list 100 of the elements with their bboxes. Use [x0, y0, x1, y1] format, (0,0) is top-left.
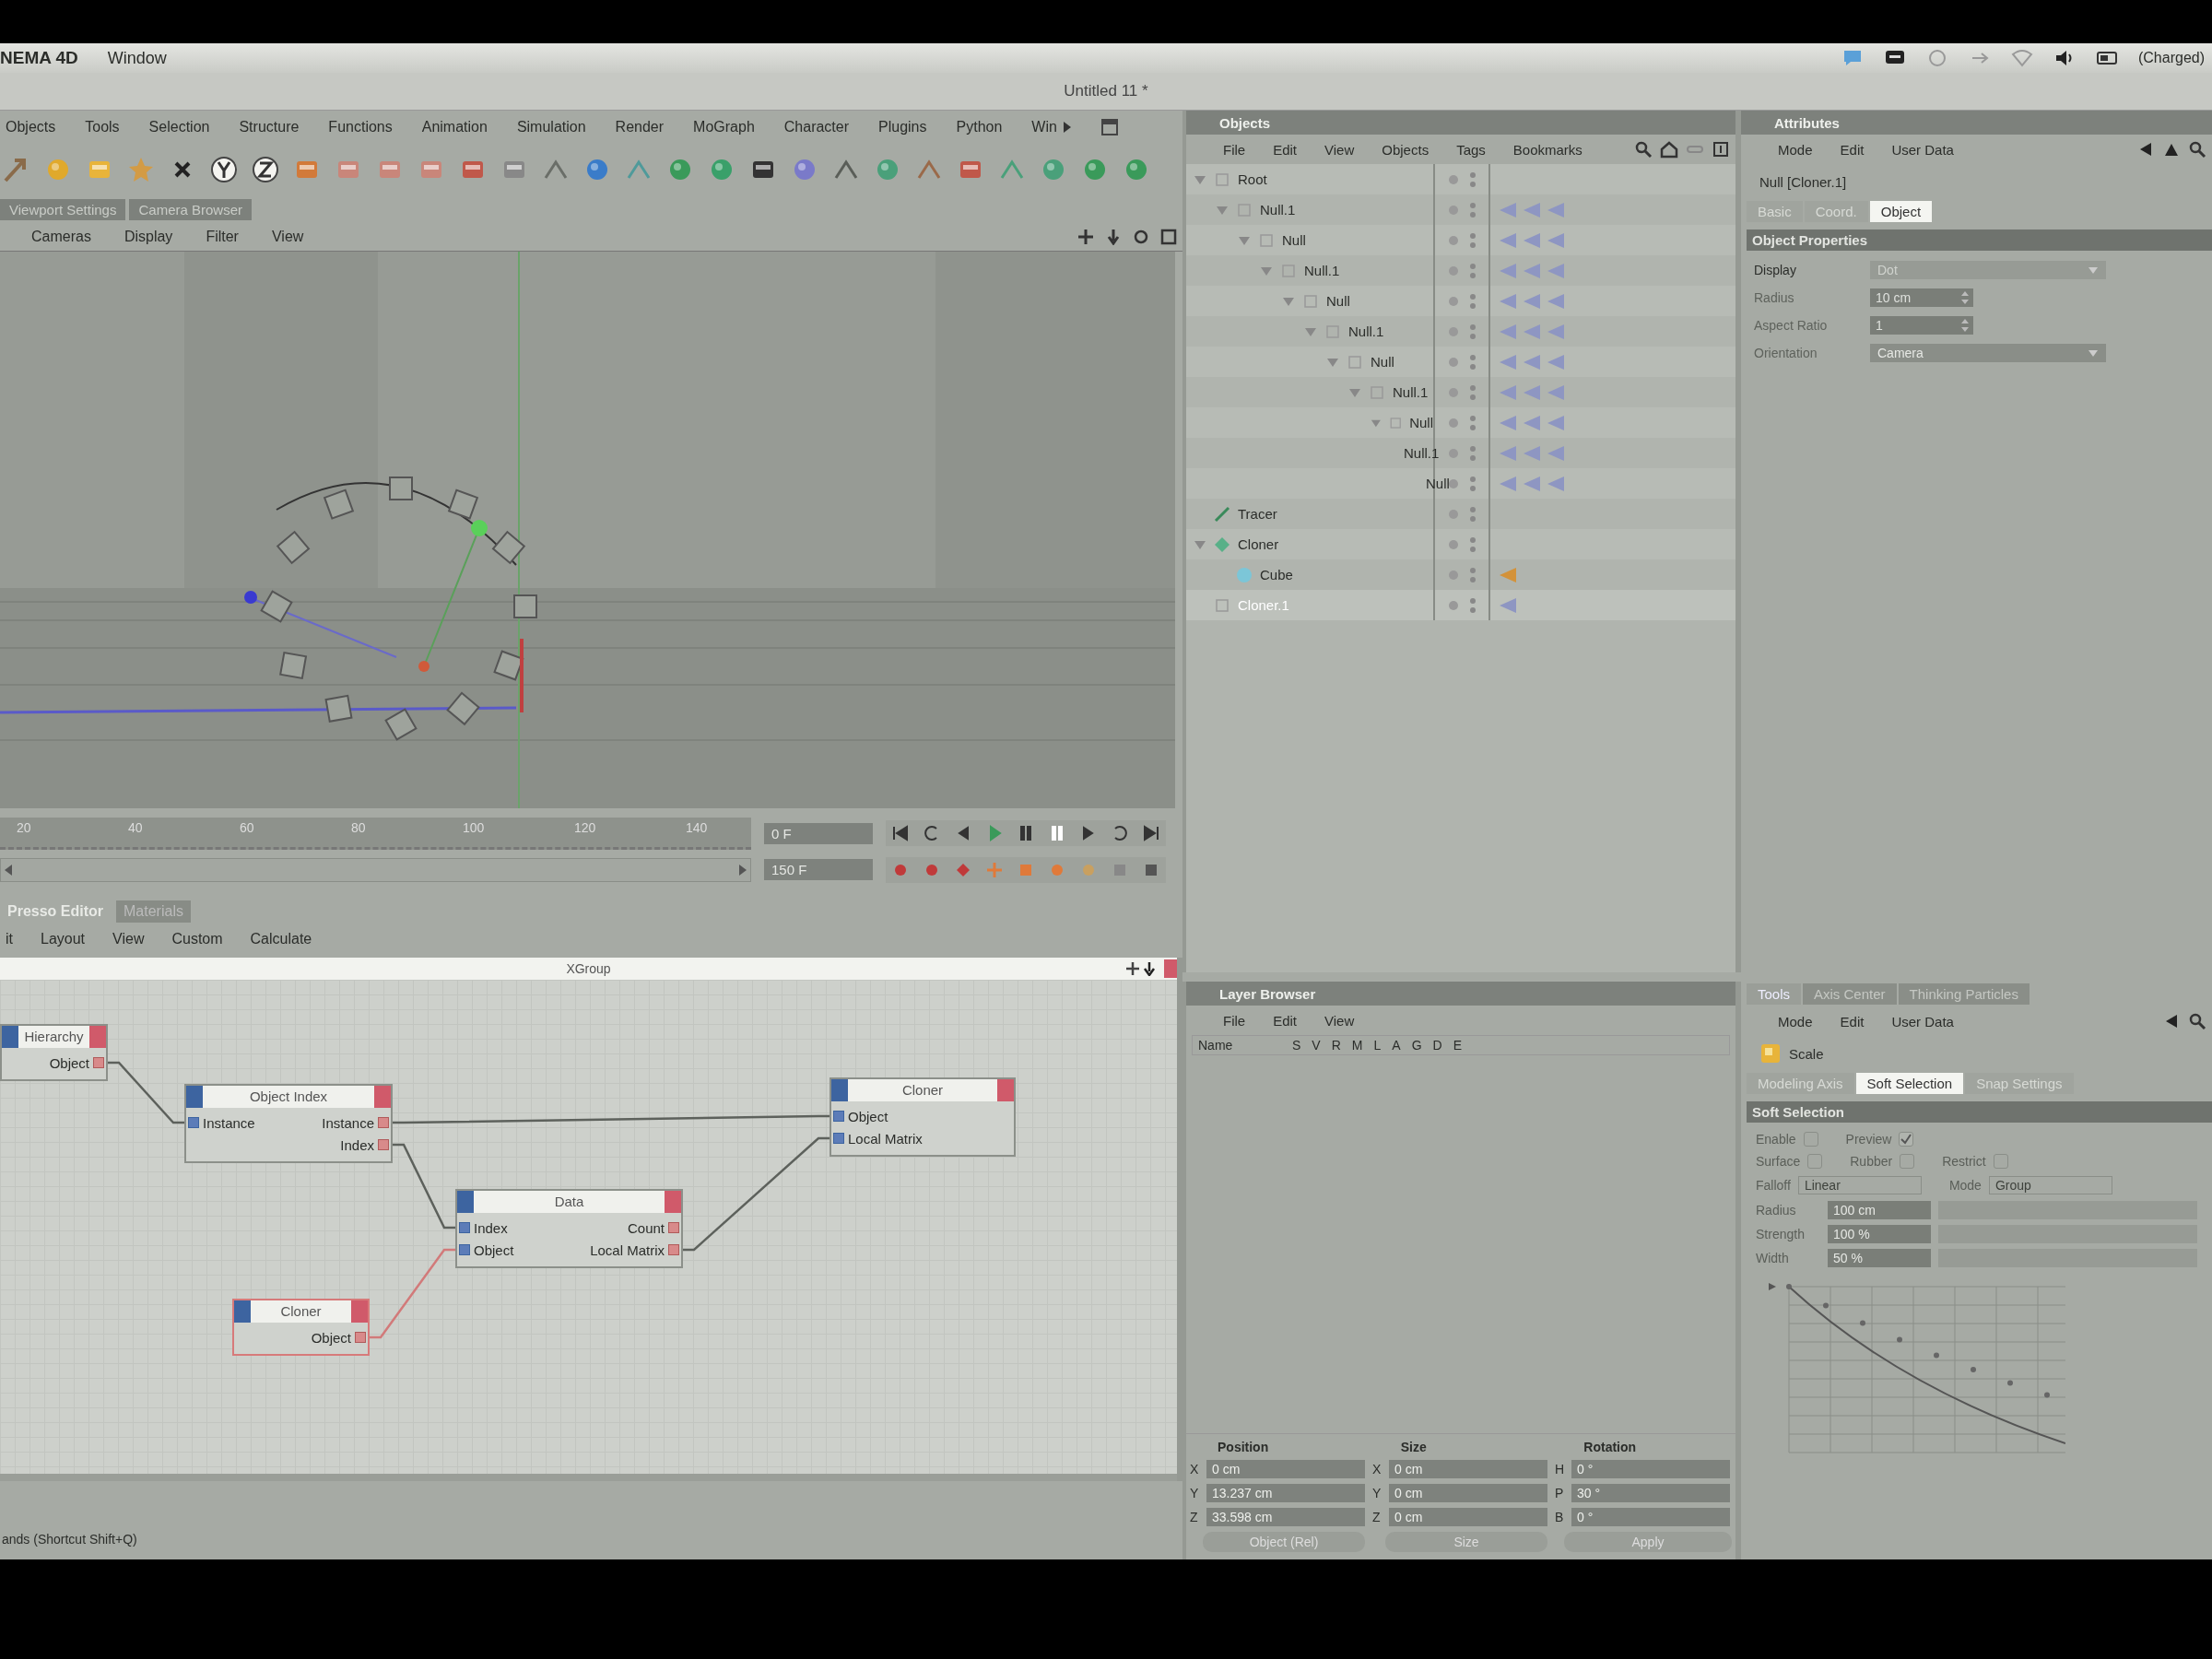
search-icon[interactable]	[1634, 140, 1653, 159]
menu-item[interactable]: Edit	[1840, 141, 1865, 158]
output-port-icon[interactable]	[93, 1057, 104, 1068]
home-icon[interactable]	[1660, 140, 1678, 159]
object-row[interactable]: Root	[1186, 164, 1735, 194]
menu-item[interactable]: File	[1223, 1012, 1246, 1029]
menu-item[interactable]: Render	[615, 119, 665, 135]
menu-item[interactable]: Bookmarks	[1512, 141, 1583, 158]
close-icon[interactable]	[1164, 959, 1177, 978]
column-header[interactable]: M	[1351, 1038, 1363, 1053]
layer-dot-icon[interactable]	[1447, 203, 1460, 217]
column-header[interactable]: E	[1453, 1038, 1462, 1053]
curve-point[interactable]	[2044, 1392, 2050, 1398]
output-port-icon[interactable]	[355, 1332, 366, 1343]
input-port-icon[interactable]	[833, 1133, 844, 1144]
column-header[interactable]: R	[1331, 1038, 1341, 1053]
number-field[interactable]: 0 cm	[1389, 1460, 1547, 1478]
output-menu-button[interactable]	[665, 1191, 681, 1213]
visibility-dots-icon[interactable]	[1469, 413, 1477, 432]
falloff-curve[interactable]	[1788, 1286, 2065, 1444]
object-name[interactable]: Null	[1326, 293, 1350, 309]
object-row[interactable]: Cloner	[1186, 529, 1735, 559]
layer-dot-icon[interactable]	[1447, 324, 1460, 338]
new-window-icon[interactable]	[1712, 140, 1730, 159]
rotate-view-icon[interactable]	[1133, 229, 1149, 245]
menu-item[interactable]: Simulation	[516, 119, 586, 135]
menu-item[interactable]: Edit	[1273, 141, 1298, 158]
first-frame-icon[interactable]	[891, 824, 910, 842]
move-view-icon[interactable]	[1125, 961, 1140, 976]
menu-item[interactable]: View	[1324, 1012, 1355, 1029]
visibility-dots-icon[interactable]	[1469, 535, 1477, 554]
curve-point[interactable]	[1934, 1352, 1939, 1359]
layer-dot-icon[interactable]	[1447, 385, 1460, 399]
y-axis-icon[interactable]	[209, 155, 239, 184]
object-row[interactable]: Null	[1186, 347, 1735, 377]
input-port-icon[interactable]	[188, 1117, 199, 1128]
layer-dot-icon[interactable]	[1447, 355, 1460, 369]
visibility-dots-icon[interactable]	[1469, 443, 1477, 463]
curve-point[interactable]	[1897, 1336, 1902, 1343]
input-menu-button[interactable]	[186, 1086, 203, 1108]
submenu-arrow-icon[interactable]	[1062, 121, 1072, 134]
visibility-dots-icon[interactable]	[1469, 170, 1477, 189]
input-port-icon[interactable]	[459, 1222, 470, 1233]
input-menu-button[interactable]	[831, 1079, 848, 1101]
output-port-icon[interactable]	[378, 1117, 389, 1128]
menu-item[interactable]: Calculate	[250, 931, 312, 947]
object-row[interactable]: Null	[1186, 407, 1735, 438]
number-field[interactable]: 0 °	[1571, 1508, 1730, 1526]
checkbox[interactable]	[1900, 1154, 1915, 1169]
visibility-dots-icon[interactable]	[1469, 200, 1477, 219]
object-name[interactable]: Null	[1426, 476, 1450, 491]
visibility-dots-icon[interactable]	[1469, 504, 1477, 524]
input-menu-button[interactable]	[2, 1026, 18, 1048]
column-header[interactable]: D	[1432, 1038, 1442, 1053]
dropdown[interactable]: Group	[1988, 1176, 2112, 1194]
menu-item[interactable]: Custom	[171, 931, 223, 947]
object-name[interactable]: Null	[1409, 415, 1433, 430]
range-slider[interactable]	[0, 857, 751, 882]
menu-item[interactable]: View	[112, 931, 145, 947]
menu-item[interactable]: Display	[124, 229, 173, 245]
visibility-dots-icon[interactable]	[1469, 382, 1477, 402]
xpresso-node[interactable]: Cloner Object Local Matrix	[830, 1077, 1016, 1157]
checkbox[interactable]	[1899, 1132, 1914, 1147]
search-icon[interactable]	[2188, 1012, 2206, 1030]
layout-icon[interactable]	[1100, 119, 1118, 135]
tab[interactable]: Soft Selection	[1855, 1073, 1964, 1094]
curve-point[interactable]	[1971, 1367, 1976, 1372]
visibility-dots-icon[interactable]	[1469, 474, 1477, 493]
menu-item[interactable]: it	[6, 931, 13, 947]
layer-dot-icon[interactable]	[1447, 568, 1460, 582]
z-axis-icon[interactable]	[251, 155, 280, 184]
column-header[interactable]: Name	[1198, 1038, 1281, 1053]
menu-item[interactable]: Edit	[1273, 1012, 1298, 1029]
move-view-icon[interactable]	[1077, 229, 1094, 245]
menu-item[interactable]: Character	[783, 119, 850, 135]
visibility-dots-icon[interactable]	[1469, 352, 1477, 371]
menu-item[interactable]: Structure	[239, 119, 300, 135]
menu-item[interactable]: Functions	[328, 119, 393, 135]
output-menu-button[interactable]	[351, 1300, 368, 1323]
number-field[interactable]: 13.237 cm	[1206, 1484, 1365, 1502]
layer-dot-icon[interactable]	[1447, 294, 1460, 308]
visibility-dots-icon[interactable]	[1469, 230, 1477, 250]
dropdown[interactable]: Linear	[1797, 1176, 1922, 1194]
layer-dot-icon[interactable]	[1447, 477, 1460, 490]
xpresso-node[interactable]: Data Index Count Object Local Matrix	[455, 1189, 683, 1268]
output-port-icon[interactable]	[378, 1139, 389, 1150]
menu-item[interactable]: Win	[1031, 119, 1057, 135]
layer-dot-icon[interactable]	[1447, 598, 1460, 612]
menu-item[interactable]: View	[1324, 141, 1355, 158]
menu-item[interactable]: Objects	[1382, 141, 1430, 158]
curve-point[interactable]	[1860, 1320, 1865, 1326]
output-port-icon[interactable]	[668, 1244, 679, 1255]
menu-item[interactable]: File	[1223, 141, 1246, 158]
layer-dot-icon[interactable]	[1447, 446, 1460, 460]
object-name[interactable]: Null.1	[1404, 445, 1440, 461]
menu-item[interactable]: User Data	[1891, 141, 1954, 158]
menu-item[interactable]: Cameras	[31, 229, 91, 245]
tab[interactable]: Object	[1869, 201, 1933, 222]
visibility-dots-icon[interactable]	[1469, 261, 1477, 280]
checkbox[interactable]	[1803, 1132, 1818, 1147]
